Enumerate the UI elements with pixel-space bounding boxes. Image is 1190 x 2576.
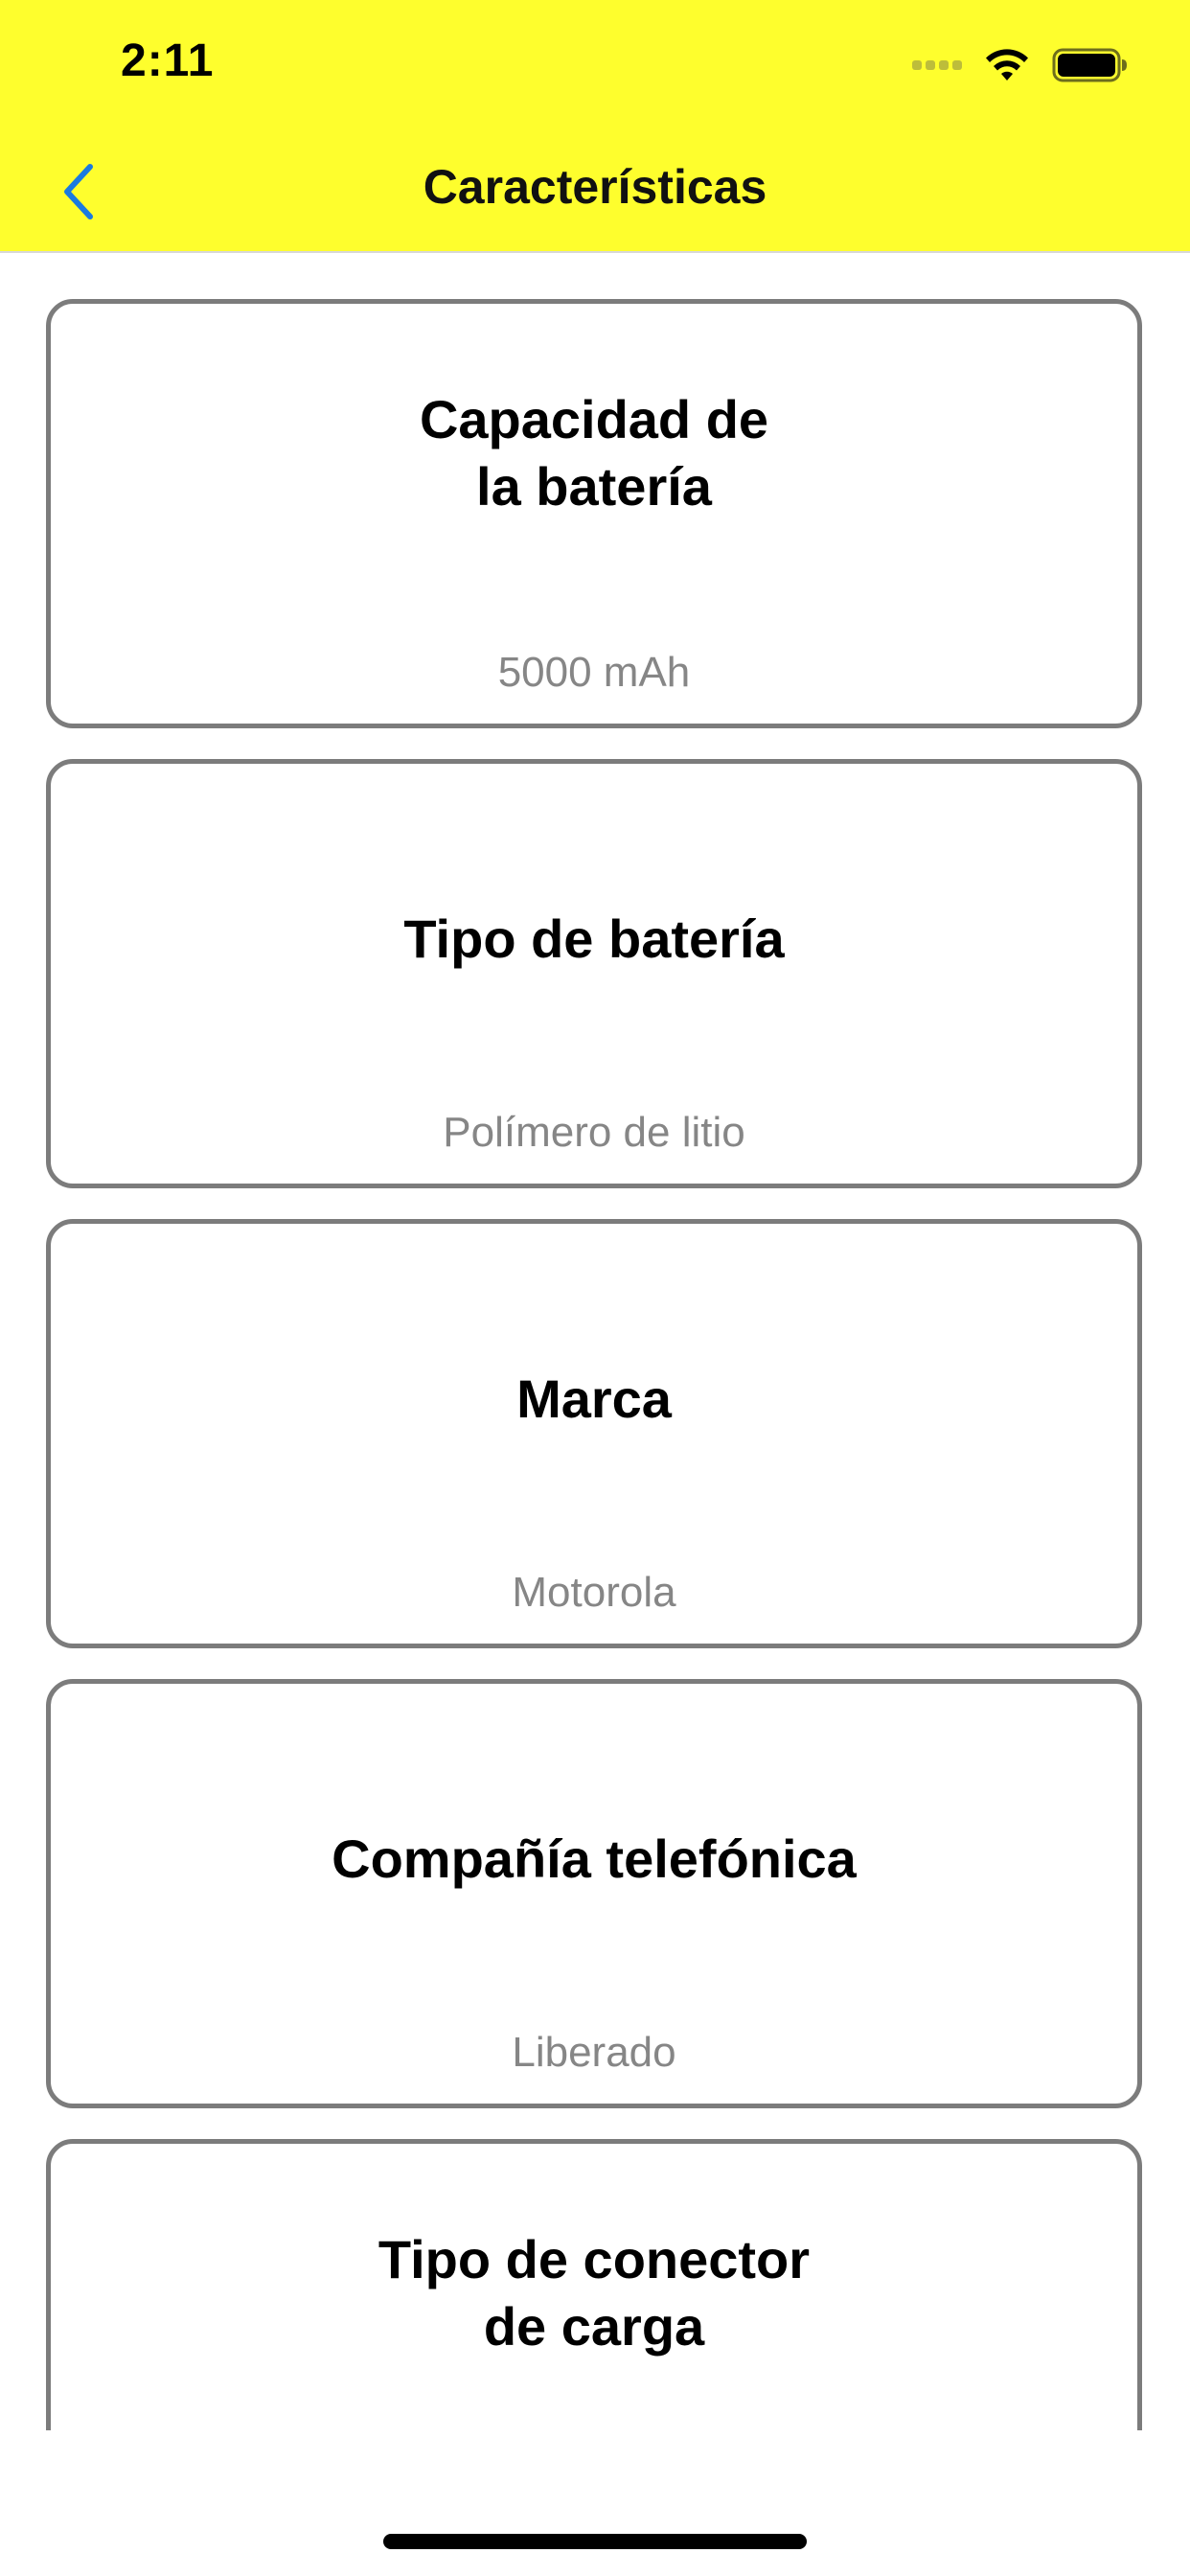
signal-dots-icon (912, 60, 966, 70)
feature-title: Marca (516, 1368, 672, 1429)
feature-card-charging-connector[interactable]: Tipo de conector de carga (46, 2139, 1142, 2430)
status-time: 2:11 (121, 35, 215, 86)
battery-icon (1052, 48, 1127, 82)
page-title: Características (423, 160, 767, 214)
feature-value: Motorola (512, 1569, 676, 1616)
feature-title: Tipo de batería (403, 908, 785, 969)
wifi-icon (986, 49, 1028, 80)
feature-value: 5000 mAh (497, 649, 691, 696)
feature-title: Capacidad de la batería (419, 389, 769, 517)
feature-value: Liberado (512, 2029, 676, 2076)
features-list[interactable]: Capacidad de la batería 5000 mAh Tipo de… (0, 253, 1190, 2430)
feature-card-battery-type[interactable]: Tipo de batería Polímero de litio (46, 759, 1142, 1188)
feature-card-carrier[interactable]: Compañía telefónica Liberado (46, 1679, 1142, 2108)
navigation-header: 2:11 Características (0, 0, 1190, 253)
status-icons (912, 44, 1129, 86)
feature-card-brand[interactable]: Marca Motorola (46, 1219, 1142, 1648)
feature-card-battery-capacity[interactable]: Capacidad de la batería 5000 mAh (46, 299, 1142, 728)
feature-title: Compañía telefónica (332, 1828, 857, 1889)
feature-title: Tipo de conector de carga (378, 2229, 811, 2357)
home-indicator[interactable] (383, 2534, 807, 2549)
feature-value: Polímero de litio (443, 1109, 745, 1156)
